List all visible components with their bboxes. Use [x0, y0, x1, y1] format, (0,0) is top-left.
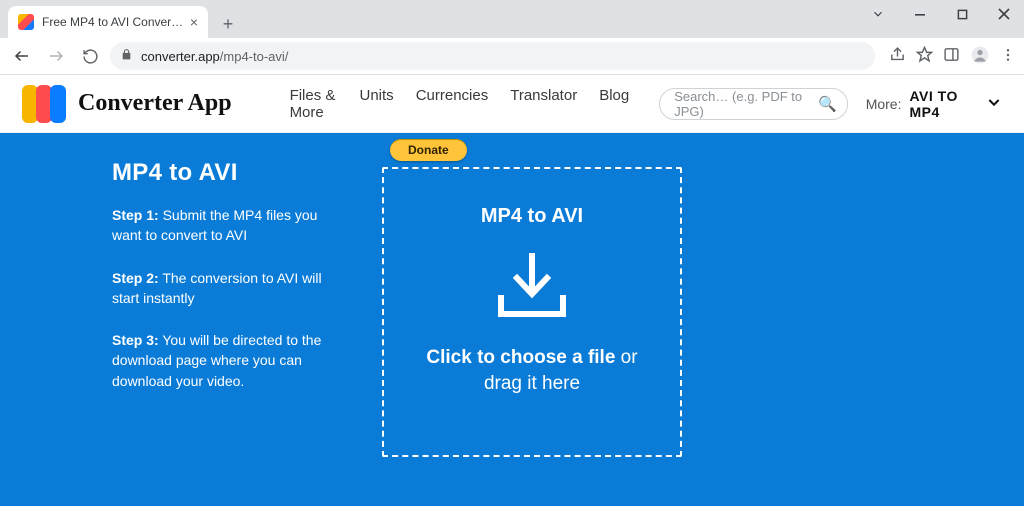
site-search-input[interactable]: Search… (e.g. PDF to JPG) 🔍 [659, 88, 847, 120]
step-1-label: Step 1: [112, 207, 159, 223]
nav-forward-button[interactable] [42, 42, 70, 70]
url-host: converter.app [141, 49, 220, 64]
hero-section: MP4 to AVI Step 1: Submit the MP4 files … [0, 133, 1024, 506]
site-header: Converter App Files & More Units Currenc… [0, 75, 1024, 133]
nav-back-button[interactable] [8, 42, 36, 70]
step-1: Step 1: Submit the MP4 files you want to… [112, 205, 342, 246]
window-close-icon[interactable] [990, 2, 1018, 26]
site-logo[interactable]: Converter App [22, 85, 232, 123]
nav-currencies[interactable]: Currencies [416, 87, 489, 121]
step-2: Step 2: The conversion to AVI will start… [112, 268, 342, 309]
chevron-down-icon [986, 94, 1002, 113]
step-2-label: Step 2: [112, 270, 159, 286]
nav-blog[interactable]: Blog [599, 87, 629, 121]
dropzone-cta-line1: Click to choose a file or [426, 347, 637, 369]
lock-icon [120, 48, 133, 64]
search-placeholder: Search… (e.g. PDF to JPG) [674, 89, 818, 119]
bookmark-star-icon[interactable] [916, 46, 933, 66]
kebab-menu-icon[interactable] [1000, 47, 1016, 66]
logo-text: Converter App [78, 90, 232, 117]
share-icon[interactable] [889, 46, 906, 66]
tab-title: Free MP4 to AVI Converter - C [42, 15, 184, 29]
window-minimize-icon[interactable] [906, 2, 934, 26]
more-converters[interactable]: More: AVI TO MP4 [866, 88, 1002, 120]
page-title: MP4 to AVI [112, 159, 362, 187]
address-bar[interactable]: converter.app/mp4-to-avi/ [110, 42, 875, 70]
browser-tab[interactable]: Free MP4 to AVI Converter - C × [8, 6, 208, 38]
new-tab-button[interactable]: + [214, 10, 242, 38]
main-nav: Files & More Units Currencies Translator… [290, 87, 630, 121]
donate-button[interactable]: Donate [390, 139, 467, 161]
nav-files[interactable]: Files & More [290, 87, 338, 121]
dropzone-cta-rest: or [615, 347, 637, 368]
dropzone-cta-line2: drag it here [484, 373, 580, 395]
file-dropzone[interactable]: MP4 to AVI Click to choose a file or dra… [382, 167, 682, 457]
logo-mark-icon [22, 85, 68, 123]
tab-favicon-icon [18, 14, 34, 30]
nav-reload-button[interactable] [76, 42, 104, 70]
step-3: Step 3: You will be directed to the down… [112, 330, 342, 391]
side-panel-icon[interactable] [943, 46, 960, 66]
browser-toolbar: converter.app/mp4-to-avi/ [0, 38, 1024, 75]
browser-titlebar: Free MP4 to AVI Converter - C × + [0, 0, 1024, 38]
more-label: More: [866, 96, 902, 112]
window-caret-icon[interactable] [864, 2, 892, 26]
dropzone-title: MP4 to AVI [481, 205, 583, 228]
tab-close-icon[interactable]: × [190, 15, 198, 29]
nav-translator[interactable]: Translator [510, 87, 577, 121]
dropzone-cta-bold: Click to choose a file [426, 347, 615, 368]
nav-units[interactable]: Units [360, 87, 394, 121]
window-maximize-icon[interactable] [948, 2, 976, 26]
url-path: /mp4-to-avi/ [220, 49, 289, 64]
search-icon[interactable]: 🔍 [818, 95, 837, 113]
more-value: AVI TO MP4 [909, 88, 978, 120]
profile-avatar-icon[interactable] [970, 45, 990, 68]
download-tray-icon [491, 252, 573, 325]
step-3-label: Step 3: [112, 332, 159, 348]
